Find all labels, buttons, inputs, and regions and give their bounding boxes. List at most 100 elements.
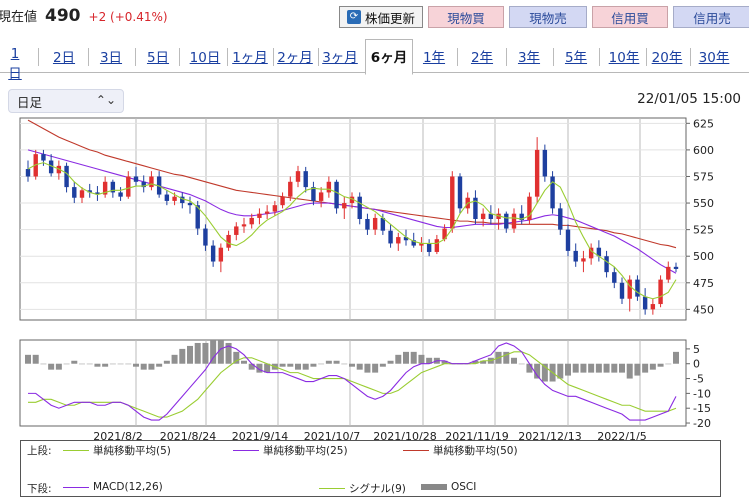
- candle-body: [280, 196, 285, 206]
- tab-3[interactable]: 5日: [144, 46, 172, 68]
- tab-4[interactable]: 10日: [186, 46, 224, 68]
- tab-15[interactable]: 30年: [694, 46, 734, 68]
- tab-8[interactable]: 6ヶ月: [365, 39, 413, 75]
- candle-body: [249, 217, 254, 225]
- tab-2[interactable]: 3日: [97, 46, 125, 68]
- tab-separator: [38, 48, 39, 66]
- tab-separator: [552, 48, 554, 66]
- osci-bar: [148, 363, 155, 370]
- osci-bar: [526, 363, 533, 373]
- osci-bar: [125, 363, 132, 365]
- candle-body: [411, 240, 416, 246]
- osci-bar: [611, 363, 618, 373]
- tab-11[interactable]: 3年: [513, 46, 545, 68]
- cash-buy-button[interactable]: 現物買: [428, 6, 504, 28]
- osci-bar: [472, 360, 479, 364]
- osci-bar: [626, 363, 633, 379]
- candle-body: [41, 154, 46, 161]
- osci-bar: [572, 363, 579, 373]
- candle-body: [272, 205, 278, 212]
- candle-body: [419, 243, 424, 246]
- current-price: 490: [45, 6, 81, 26]
- candle-body: [473, 197, 478, 219]
- osci-bar: [395, 354, 402, 364]
- tab-14[interactable]: 20年: [648, 46, 686, 68]
- osci-bar: [673, 351, 679, 364]
- osci-bar: [441, 360, 448, 364]
- price-panel: [19, 117, 687, 321]
- osci-bar: [642, 363, 649, 373]
- candle-body: [149, 176, 154, 188]
- candle-period-select[interactable]: 日足 ⌃⌄: [8, 89, 124, 113]
- osci-bar: [248, 363, 255, 370]
- margin-buy-button[interactable]: 信用買: [592, 6, 668, 28]
- tab-7[interactable]: 3ヶ月: [319, 46, 361, 68]
- price-tick-label: 550: [693, 197, 714, 210]
- candle-body: [558, 208, 563, 230]
- osci-bar: [40, 363, 47, 365]
- candle-body: [511, 213, 517, 229]
- osci-bar: [665, 363, 672, 365]
- candle-body: [596, 247, 602, 257]
- tab-13[interactable]: 10年: [605, 46, 643, 68]
- osci-bar: [241, 360, 247, 364]
- osci-bar: [372, 363, 379, 373]
- osci-bar: [634, 363, 641, 376]
- candle-body: [102, 181, 108, 195]
- osci-bar: [511, 357, 517, 364]
- tab-separator: [87, 48, 89, 66]
- macd-panel: [19, 339, 687, 427]
- osci-bar: [117, 363, 124, 365]
- candle-body: [642, 296, 648, 310]
- candle-body: [210, 245, 216, 262]
- tab-separator: [690, 48, 691, 66]
- margin-sell-button[interactable]: 信用売: [673, 6, 749, 28]
- candle-period-value: 日足: [17, 94, 43, 110]
- osci-bar: [86, 363, 93, 365]
- osci-bar: [356, 363, 363, 370]
- candle-body: [334, 181, 339, 209]
- candle-body: [295, 171, 301, 182]
- osci-bar: [603, 363, 610, 373]
- tab-0[interactable]: 1日: [4, 46, 26, 82]
- tab-1[interactable]: 2日: [50, 46, 78, 68]
- candle-body: [666, 266, 671, 280]
- candle-body: [581, 258, 586, 262]
- osci-bar: [457, 363, 463, 365]
- cash-sell-button[interactable]: 現物売: [509, 6, 587, 28]
- osci-bar: [287, 363, 294, 367]
- osci-bar: [595, 363, 602, 373]
- osci-bar: [94, 363, 101, 367]
- macd-tick-label: 5: [693, 343, 700, 356]
- candle-body: [218, 247, 224, 262]
- candle-body: [673, 266, 679, 269]
- legend-signal: シグナル(9): [319, 481, 406, 496]
- candle-body: [542, 149, 548, 177]
- osci-bar: [349, 363, 355, 367]
- price-tick-label: 500: [693, 250, 714, 263]
- candle-body: [118, 192, 123, 197]
- osci-bar: [619, 363, 625, 373]
- osci-bar: [449, 363, 456, 365]
- legend-signal-label: シグナル(9): [349, 483, 406, 495]
- macd-tick-label: -5: [693, 373, 704, 386]
- refresh-price-button[interactable]: ⟳ 株価更新: [339, 6, 423, 28]
- osci-bar: [133, 363, 139, 367]
- candle-body: [303, 171, 308, 188]
- legend-osci-swatch: [421, 484, 447, 490]
- candle-body: [180, 196, 185, 204]
- osci-bar: [295, 363, 301, 370]
- current-price-label: 現在値: [0, 10, 38, 25]
- candle-body: [311, 187, 316, 201]
- tab-6[interactable]: 2ヶ月: [274, 46, 316, 68]
- tab-5[interactable]: 1ヶ月: [229, 46, 271, 68]
- tab-12[interactable]: 5年: [560, 46, 592, 68]
- osci-bar: [403, 351, 409, 364]
- candle-body: [56, 165, 62, 174]
- candle-body: [133, 176, 139, 182]
- price-change: +2 (+0.41%): [88, 10, 168, 24]
- osci-bar: [657, 363, 664, 367]
- tab-10[interactable]: 2年: [466, 46, 498, 68]
- legend-ma5: 単純移動平均(5): [63, 443, 171, 458]
- tab-9[interactable]: 1年: [420, 46, 448, 68]
